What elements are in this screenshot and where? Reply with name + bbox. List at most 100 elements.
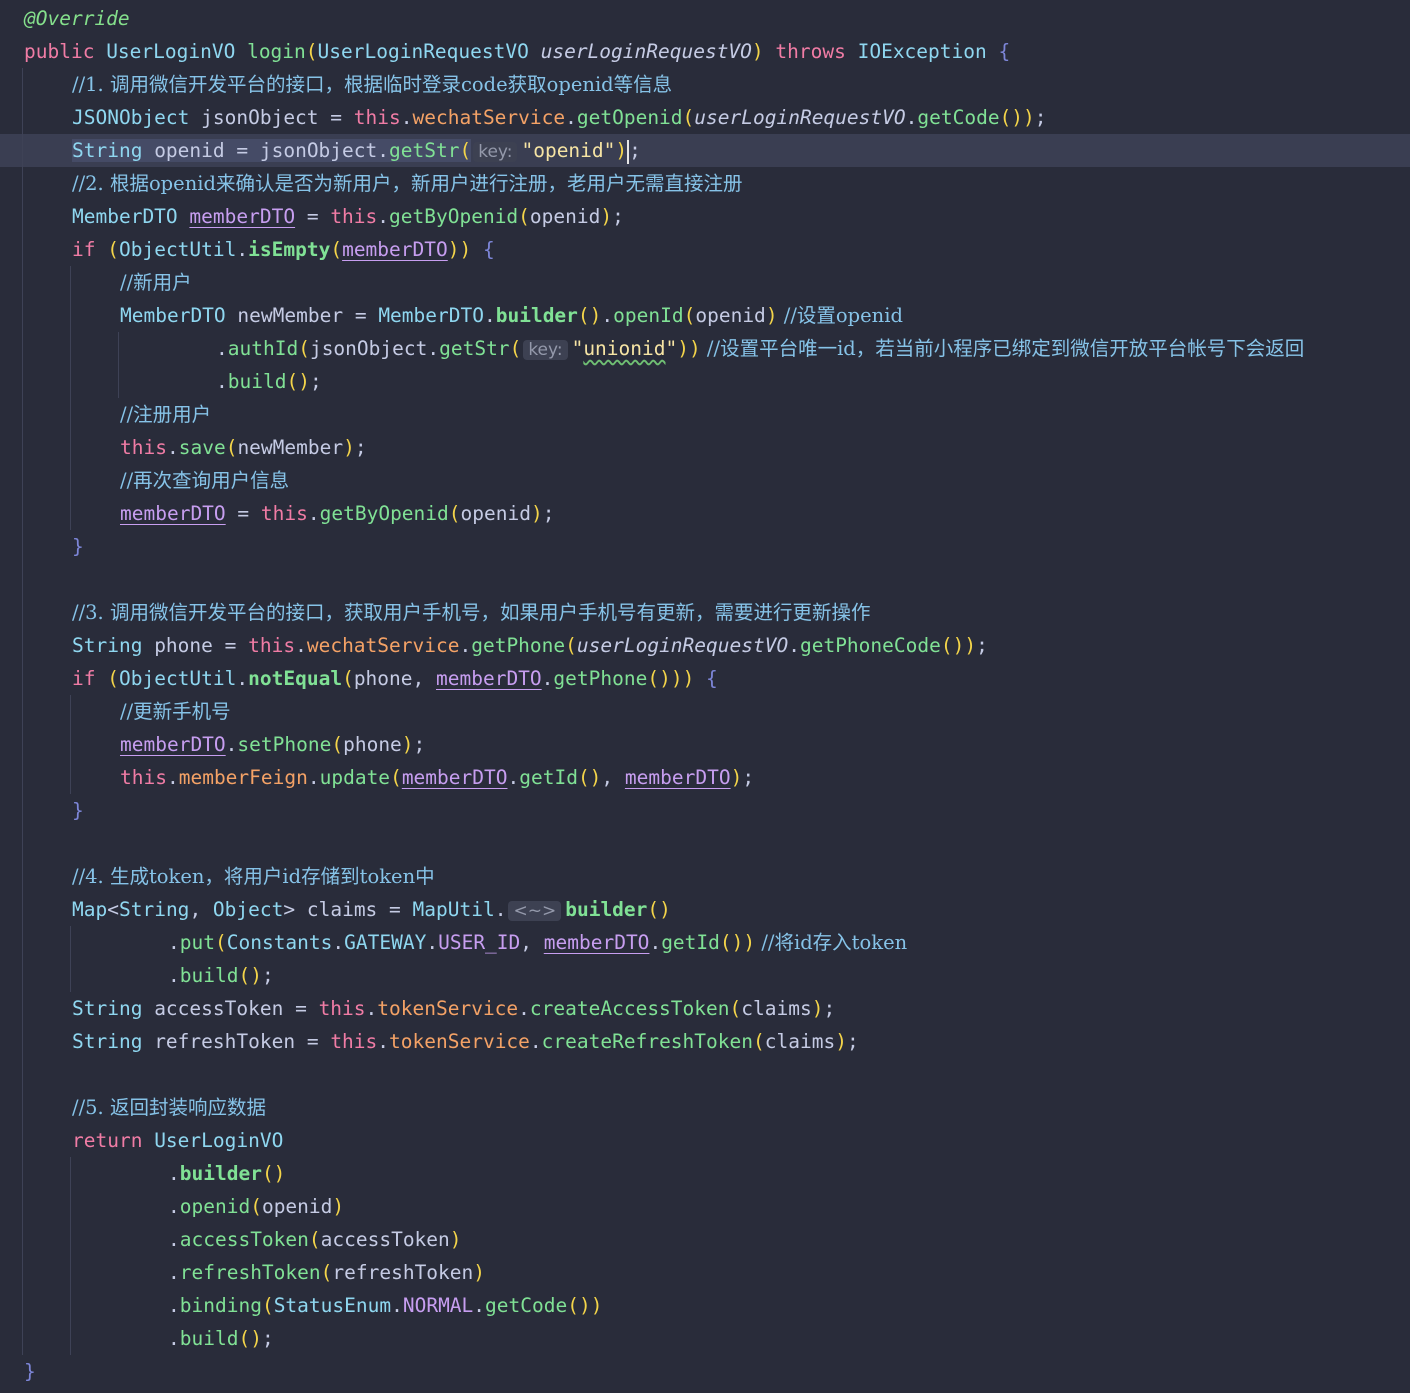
code-token: MapUtil	[412, 898, 495, 921]
code-token: save	[178, 436, 226, 459]
code-token: (	[305, 40, 318, 63]
code-token: ()	[261, 1162, 286, 1185]
code-token: openid	[460, 502, 531, 525]
code-token: )	[811, 997, 824, 1020]
code-token: .	[307, 766, 320, 789]
code-token: return	[72, 1129, 155, 1152]
code-line[interactable]: //注册用户	[0, 398, 1410, 431]
code-line[interactable]: .builder()	[0, 1157, 1410, 1190]
code-token: ())	[719, 931, 756, 954]
code-token: UserLoginVO	[154, 1129, 284, 1152]
code-token: //4. 生成token，将用户id存储到token中	[72, 865, 435, 888]
code-token: createAccessToken	[529, 997, 730, 1020]
code-line[interactable]: .openid(openid)	[0, 1190, 1410, 1223]
code-token: .	[905, 106, 918, 129]
code-line[interactable]: if (ObjectUtil.isEmpty(memberDTO)) {	[0, 233, 1410, 266]
code-line[interactable]: .authId(jsonObject.getStr(key: "unionid")…	[0, 332, 1410, 365]
code-line[interactable]: MemberDTO memberDTO = this.getByOpenid(o…	[0, 200, 1410, 233]
code-token: memberDTO	[624, 766, 731, 789]
code-token: (	[107, 238, 119, 261]
code-token: .	[518, 997, 530, 1020]
code-line[interactable]: JSONObject jsonObject = this.wechatServi…	[0, 101, 1410, 134]
code-line[interactable]: .build();	[0, 365, 1410, 398]
code-line[interactable]: //更新手机号	[0, 695, 1410, 728]
code-token: }	[72, 535, 84, 558]
code-line[interactable]: String phone = this.wechatService.getPho…	[0, 629, 1410, 662]
code-line[interactable]	[0, 563, 1410, 596]
code-token: StatusEnum	[273, 1294, 392, 1317]
code-token: .	[426, 931, 439, 954]
code-token: (	[214, 931, 227, 954]
code-token: build	[227, 370, 287, 393]
code-line[interactable]: //2. 根据openid来确认是否为新用户，新用户进行注册，老用户无需直接注册	[0, 167, 1410, 200]
code-line[interactable]: this.save(newMember);	[0, 431, 1410, 464]
code-line[interactable]: //3. 调用微信开发平台的接口，获取用户手机号，如果用户手机号有更新，需要进行…	[0, 596, 1410, 629]
code-token: (	[390, 766, 402, 789]
code-line[interactable]: .binding(StatusEnum.NORMAL.getCode())	[0, 1289, 1410, 1322]
code-token: getByOpenid	[319, 502, 449, 525]
code-line[interactable]: .build();	[0, 959, 1410, 992]
code-line[interactable]: .build();	[0, 1322, 1410, 1355]
code-line[interactable]: //4. 生成token，将用户id存储到token中	[0, 860, 1410, 893]
code-token: getStr	[389, 139, 460, 162]
code-line[interactable]	[0, 1058, 1410, 1091]
code-token: unionid	[583, 337, 666, 360]
code-token: (	[225, 436, 238, 459]
code-token: if	[72, 238, 108, 261]
code-token: ())	[999, 106, 1035, 129]
code-token: .	[427, 337, 440, 360]
code-line[interactable]: String refreshToken = this.tokenService.…	[0, 1025, 1410, 1058]
code-token: (	[509, 337, 522, 360]
code-line[interactable]: }	[0, 530, 1410, 563]
code-line[interactable]: .accessToken(accessToken)	[0, 1223, 1410, 1256]
code-token: (	[308, 1228, 321, 1251]
code-line[interactable]: //1. 调用微信开发平台的接口，根据临时登录code获取openid等信息	[0, 68, 1410, 101]
code-token: //将id存入token	[755, 931, 908, 954]
code-token: {	[471, 238, 495, 261]
code-line[interactable]: //新用户	[0, 266, 1410, 299]
code-token: )	[449, 1228, 462, 1251]
code-line[interactable]: @Override	[0, 2, 1410, 35]
code-token: //1. 调用微信开发平台的接口，根据临时登录code获取openid等信息	[72, 73, 673, 96]
code-line[interactable]	[0, 827, 1410, 860]
code-token: <	[107, 898, 119, 921]
code-token: this	[353, 106, 401, 129]
code-line[interactable]: Map<String, Object> claims = MapUtil. <~>…	[0, 893, 1410, 926]
code-token: .	[483, 304, 496, 327]
code-line[interactable]: this.memberFeign.update(memberDTO.getId(…	[0, 761, 1410, 794]
code-token: ;	[629, 139, 641, 162]
code-token: .	[236, 667, 249, 690]
code-token: ()	[647, 898, 671, 921]
code-token: >	[283, 898, 307, 921]
code-token: wechatService	[412, 106, 566, 129]
code-line[interactable]: //5. 返回封装响应数据	[0, 1091, 1410, 1124]
code-line[interactable]: String accessToken = this.tokenService.c…	[0, 992, 1410, 1025]
code-line[interactable]: //再次查询用户信息	[0, 464, 1410, 497]
code-token: .	[494, 898, 507, 921]
code-token: (	[298, 337, 310, 360]
code-token: Object	[212, 898, 284, 921]
code-line[interactable]: .refreshToken(refreshToken)	[0, 1256, 1410, 1289]
code-line[interactable]: memberDTO = this.getByOpenid(openid);	[0, 497, 1410, 530]
code-line[interactable]: memberDTO.setPhone(phone);	[0, 728, 1410, 761]
code-line[interactable]: String openid = jsonObject.getStr(key: "o…	[0, 134, 1410, 167]
code-token: ,	[189, 898, 213, 921]
code-line[interactable]: }	[0, 794, 1410, 827]
code-line[interactable]: return UserLoginVO	[0, 1124, 1410, 1157]
code-line[interactable]: .put(Constants.GATEWAY.USER_ID, memberDT…	[0, 926, 1410, 959]
code-token: //设置openid	[777, 304, 903, 327]
code-token: .	[601, 304, 614, 327]
code-line[interactable]: MemberDTO newMember = MemberDTO.builder(…	[0, 299, 1410, 332]
code-token: ;	[261, 1327, 274, 1350]
code-token: }	[72, 799, 84, 822]
code-line[interactable]: if (ObjectUtil.notEqual(phone, memberDTO…	[0, 662, 1410, 695]
code-token: JSONObject	[72, 106, 202, 129]
code-line[interactable]: }	[0, 1355, 1410, 1388]
code-token: userLoginRequestVO	[576, 634, 789, 657]
code-editor[interactable]: @Override public UserLoginVO login(UserLo…	[0, 0, 1410, 1393]
code-token: ;	[612, 205, 624, 228]
code-token: wechatService	[306, 634, 460, 657]
code-line[interactable]: public UserLoginVO login(UserLoginReques…	[0, 35, 1410, 68]
code-token: phone	[154, 634, 213, 657]
code-token: .	[365, 997, 378, 1020]
